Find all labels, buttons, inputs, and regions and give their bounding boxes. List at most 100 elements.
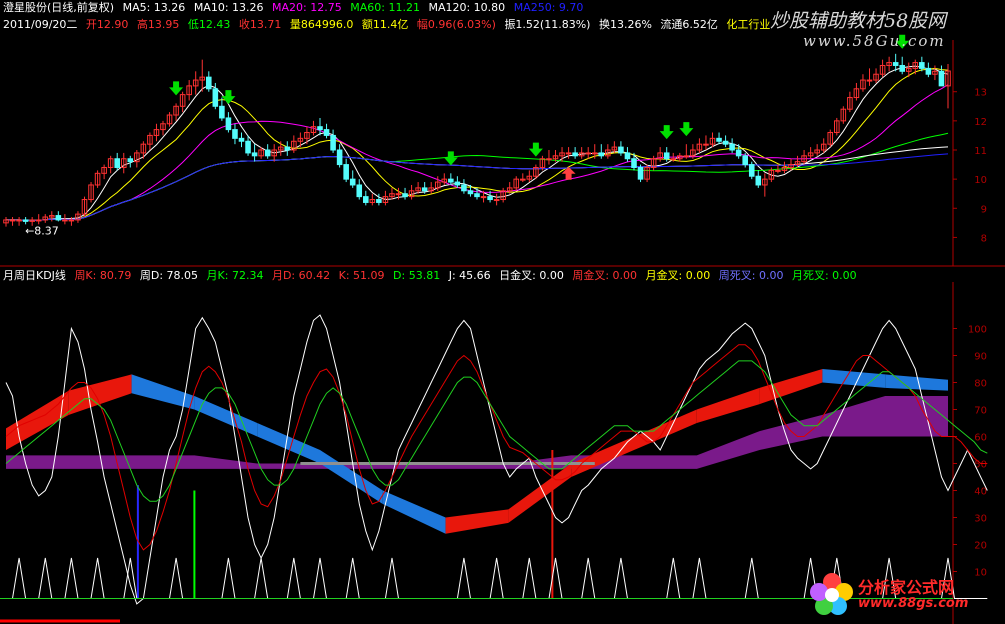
kdj-tick-label: 60 xyxy=(974,433,987,444)
candle-body xyxy=(16,219,22,222)
week-dead-label: 周死叉: 0.00 xyxy=(718,269,784,282)
candle-body xyxy=(323,129,330,136)
candle-body xyxy=(899,64,905,72)
kdj-title: 月周日KDJ线 xyxy=(3,269,66,282)
candle-body xyxy=(598,152,605,157)
stock-title: 澄星股份(日线,前复权) xyxy=(3,1,115,14)
candle-body xyxy=(637,166,644,180)
candle-body xyxy=(454,181,461,186)
candle-body xyxy=(62,219,68,222)
candle-body xyxy=(618,146,624,154)
j-label: J: 45.66 xyxy=(448,269,491,282)
candle-body xyxy=(402,193,408,198)
kdj-tick-label: 30 xyxy=(974,514,987,525)
price-tick-label: 11 xyxy=(974,146,987,157)
month-kdj-band xyxy=(6,396,948,469)
candle-body xyxy=(461,184,467,192)
week-kdj-band xyxy=(508,463,572,523)
candle-body xyxy=(363,196,369,203)
candle-body xyxy=(114,158,120,168)
buy-arrow-icon xyxy=(679,122,694,137)
week-d-label: 周D: 78.05 xyxy=(139,269,199,282)
candle-body xyxy=(742,155,748,166)
buy-arrow-icon xyxy=(528,142,543,157)
quote-high: 高13.95 xyxy=(136,18,180,31)
quote-amount: 额11.4亿 xyxy=(361,18,409,31)
kdj-tick-label: 20 xyxy=(974,541,987,552)
candle-body xyxy=(245,140,251,154)
candle-body xyxy=(264,149,271,157)
candle-body xyxy=(755,175,762,186)
quote-industry: 化工行业 xyxy=(726,18,771,31)
kline-chart[interactable]: 8910111213102030405060708090100←8.37 xyxy=(0,0,1005,624)
candle-body xyxy=(892,62,899,66)
quote-line: 2011/09/20二 开12.90 高13.95 低12.43 收13.71 … xyxy=(3,18,775,31)
candle-body xyxy=(572,152,578,157)
candle-body xyxy=(127,158,134,163)
month-cross-label: 月金叉: 0.00 xyxy=(645,269,711,282)
candle-body xyxy=(546,158,552,161)
candle-body xyxy=(670,158,677,161)
candle-body xyxy=(487,196,493,201)
candle-body xyxy=(474,193,480,198)
candle-body xyxy=(356,184,363,198)
candle-body xyxy=(663,152,670,160)
candle-body xyxy=(317,126,323,131)
week-kdj-band xyxy=(822,369,886,388)
quote-amplitude: 振1.52(11.83%) xyxy=(504,18,591,31)
week-kdj-band xyxy=(634,409,697,450)
week-kdj-band xyxy=(68,374,132,415)
kdj-tick-label: 50 xyxy=(974,460,987,471)
candle-body xyxy=(225,117,232,131)
watermark-top-url: www.58Gu.com xyxy=(803,32,946,50)
week-kdj-band xyxy=(445,509,509,534)
d-label: D: 53.81 xyxy=(393,269,441,282)
candle-body xyxy=(624,152,631,160)
ma5-label: MA5: 13.26 xyxy=(122,1,186,14)
week-kdj-band xyxy=(6,390,69,450)
candle-body xyxy=(520,178,526,181)
buy-arrow-icon xyxy=(443,151,458,166)
price-tick-label: 12 xyxy=(974,117,987,128)
week-kdj-band xyxy=(382,490,446,534)
candle-body xyxy=(938,70,945,87)
kdj-tick-label: 70 xyxy=(974,406,987,417)
candle-body xyxy=(206,76,212,90)
candle-body xyxy=(284,146,291,151)
candle-body xyxy=(35,219,42,222)
kdj-tick-label: 90 xyxy=(974,352,987,363)
candle-body xyxy=(238,137,245,142)
ma20-label: MA20: 12.75 xyxy=(272,1,342,14)
price-tick-label: 10 xyxy=(974,175,987,186)
candle-body xyxy=(55,215,62,221)
ma120-label: MA120: 10.80 xyxy=(428,1,506,14)
candle-body xyxy=(68,219,75,222)
quote-open: 开12.90 xyxy=(85,18,129,31)
week-cross-label: 周金叉: 0.00 xyxy=(572,269,638,282)
month-dead-label: 月死叉: 0.00 xyxy=(791,269,857,282)
price-tick-label: 8 xyxy=(981,233,987,244)
kdj-tick-label: 80 xyxy=(974,379,987,390)
buy-arrow-icon xyxy=(169,81,184,96)
candle-body xyxy=(343,164,349,180)
candle-body xyxy=(421,187,428,192)
candle-body xyxy=(631,158,637,168)
low-price-label: ←8.37 xyxy=(25,225,59,238)
price-tick-label: 9 xyxy=(981,204,987,215)
candle-body xyxy=(9,219,16,222)
candle-body xyxy=(729,143,735,151)
candle-body xyxy=(22,219,29,222)
day-cross-label: 日金叉: 0.00 xyxy=(499,269,564,282)
month-d-label: 月D: 60.42 xyxy=(271,269,331,282)
candle-body xyxy=(448,178,454,183)
candle-body xyxy=(467,190,474,195)
ma10-label: MA10: 13.26 xyxy=(193,1,264,14)
ma60-line xyxy=(6,132,949,221)
watermark-top: 炒股辅助教材58股网 xyxy=(770,10,947,32)
quote-change: 幅0.96(6.03%) xyxy=(416,18,496,31)
candle-body xyxy=(722,140,729,145)
k-label: K: 51.09 xyxy=(338,269,385,282)
candle-body xyxy=(395,193,402,196)
logo-text: 分析家公式网 xyxy=(858,578,955,597)
quote-low: 低12.43 xyxy=(187,18,231,31)
